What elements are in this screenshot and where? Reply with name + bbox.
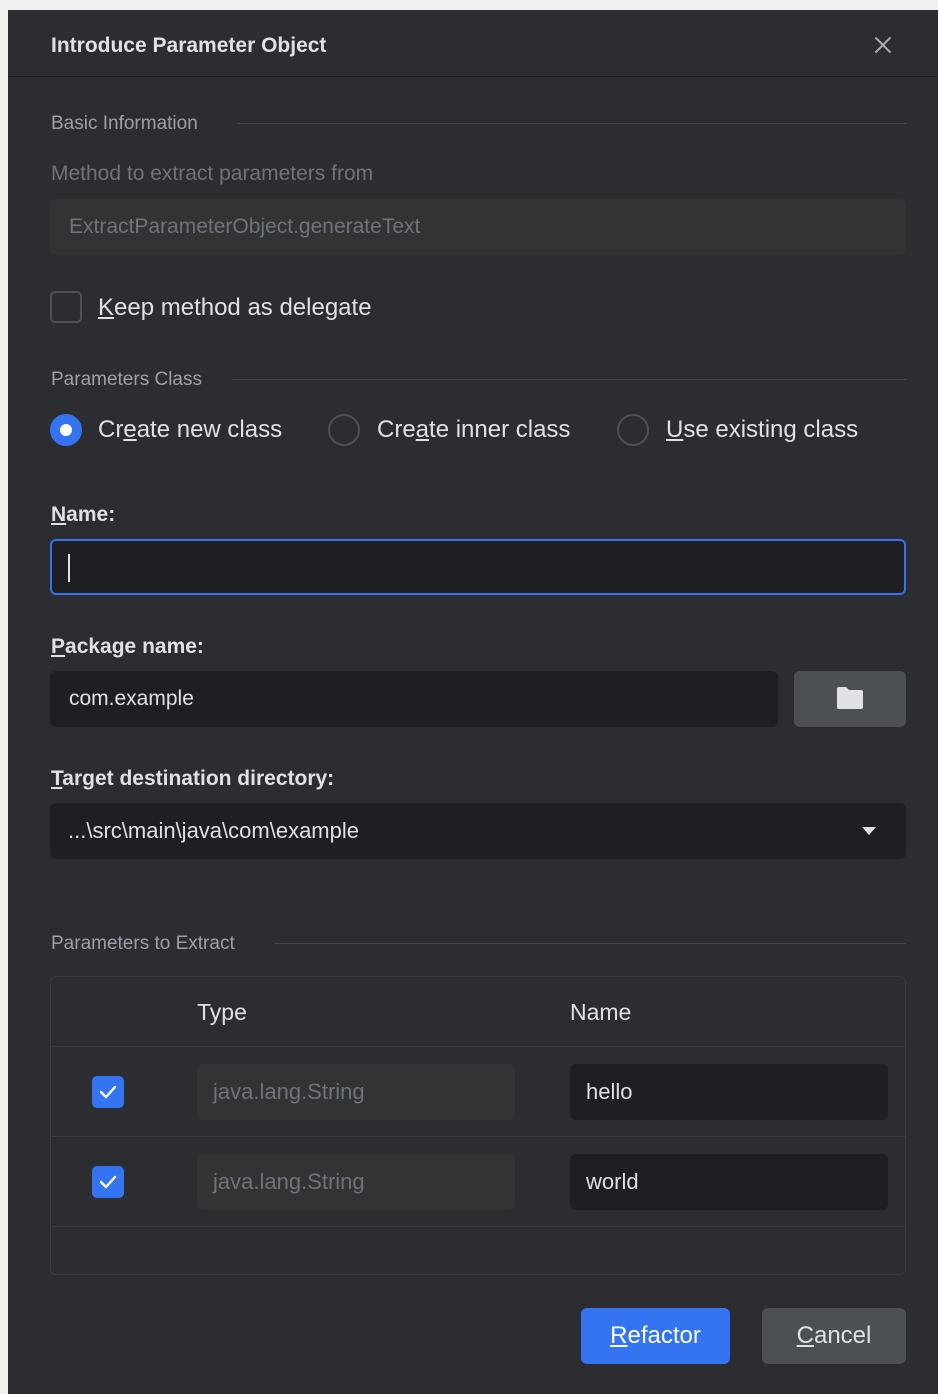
- create-inner-class-label[interactable]: Create inner class: [377, 416, 570, 444]
- include-parameter-checkbox[interactable]: [92, 1076, 124, 1108]
- keep-delegate-checkbox[interactable]: [50, 291, 82, 323]
- package-name-input[interactable]: com.example: [50, 671, 778, 727]
- option-mnemonic: U: [666, 416, 684, 443]
- parameters-class-section-label: Parameters Class: [51, 369, 202, 390]
- chevron-down-icon: [862, 827, 876, 835]
- keep-delegate-label-text: eep method as delegate: [114, 294, 372, 321]
- section-divider: [232, 379, 906, 380]
- use-existing-class-radio[interactable]: [617, 414, 649, 446]
- target-directory-dropdown[interactable]: ...\src\main\java\com\example: [50, 803, 906, 859]
- row-divider: [51, 1226, 905, 1227]
- create-new-class-label[interactable]: Create new class: [98, 416, 282, 444]
- target-directory-value: ...\src\main\java\com\example: [68, 818, 359, 843]
- parameter-type-cell: java.lang.String: [197, 1064, 515, 1120]
- use-existing-class-label[interactable]: Use existing class: [666, 416, 858, 444]
- class-name-input[interactable]: [50, 539, 906, 595]
- refactor-button[interactable]: Refactor: [581, 1308, 730, 1364]
- target-label-mnemonic: T: [51, 767, 63, 790]
- package-label-text: ackage name:: [65, 635, 204, 658]
- option-label-part: te inner class: [429, 416, 571, 443]
- refactor-mnemonic: R: [610, 1322, 628, 1349]
- parameter-name-input[interactable]: world: [570, 1154, 888, 1210]
- dialog-title: Introduce Parameter Object: [51, 34, 327, 57]
- row-divider: [51, 1046, 905, 1047]
- target-label-text: arget destination directory:: [62, 767, 335, 790]
- section-divider: [238, 123, 906, 124]
- dialog-title-bar: Introduce Parameter Object: [8, 10, 938, 77]
- name-label: Name:: [51, 503, 115, 527]
- folder-icon: [837, 687, 863, 709]
- parameter-type-cell: java.lang.String: [197, 1154, 515, 1210]
- target-directory-label: Target destination directory:: [51, 767, 334, 791]
- option-mnemonic: e: [123, 416, 137, 443]
- package-name-value: com.example: [69, 687, 194, 710]
- keep-delegate-label[interactable]: Keep method as delegate: [98, 294, 372, 322]
- cancel-button[interactable]: Cancel: [762, 1308, 906, 1364]
- method-field: ExtractParameterObject.generateText: [50, 199, 906, 255]
- checkmark-icon: [99, 1085, 117, 1099]
- option-label-part: ate new class: [136, 416, 283, 443]
- parameters-table: Type Name java.lang.String hello java.la…: [50, 976, 906, 1275]
- include-parameter-checkbox[interactable]: [92, 1166, 124, 1198]
- parameters-to-extract-section-label: Parameters to Extract: [51, 933, 235, 954]
- browse-package-button[interactable]: [794, 671, 906, 727]
- cancel-mnemonic: C: [796, 1322, 814, 1349]
- create-inner-class-radio[interactable]: [328, 414, 360, 446]
- name-label-mnemonic: N: [51, 503, 67, 526]
- method-label: Method to extract parameters from: [51, 162, 374, 185]
- cancel-label: ancel: [813, 1322, 872, 1349]
- method-field-value: ExtractParameterObject.generateText: [69, 215, 421, 238]
- name-label-text: ame:: [66, 503, 116, 526]
- basic-information-section-label: Basic Information: [51, 113, 198, 134]
- refactor-label: efactor: [627, 1322, 701, 1349]
- introduce-parameter-object-dialog: Introduce Parameter Object Basic Informa…: [8, 10, 938, 1394]
- package-name-label: Package name:: [51, 635, 204, 659]
- parameter-name-input[interactable]: hello: [570, 1064, 888, 1120]
- option-label-part: se existing class: [683, 416, 859, 443]
- section-divider: [274, 943, 906, 944]
- close-icon[interactable]: [870, 32, 896, 58]
- column-header-name: Name: [570, 999, 632, 1025]
- column-header-type: Type: [197, 999, 247, 1025]
- create-new-class-radio[interactable]: [50, 414, 82, 446]
- row-divider: [51, 1136, 905, 1137]
- checkmark-icon: [99, 1175, 117, 1189]
- option-mnemonic: a: [415, 416, 430, 443]
- text-caret: [68, 554, 70, 582]
- option-label-part: Cr: [98, 416, 124, 443]
- package-label-mnemonic: P: [51, 635, 66, 658]
- option-label-part: Cre: [377, 416, 416, 443]
- keep-delegate-mnemonic: K: [98, 294, 115, 321]
